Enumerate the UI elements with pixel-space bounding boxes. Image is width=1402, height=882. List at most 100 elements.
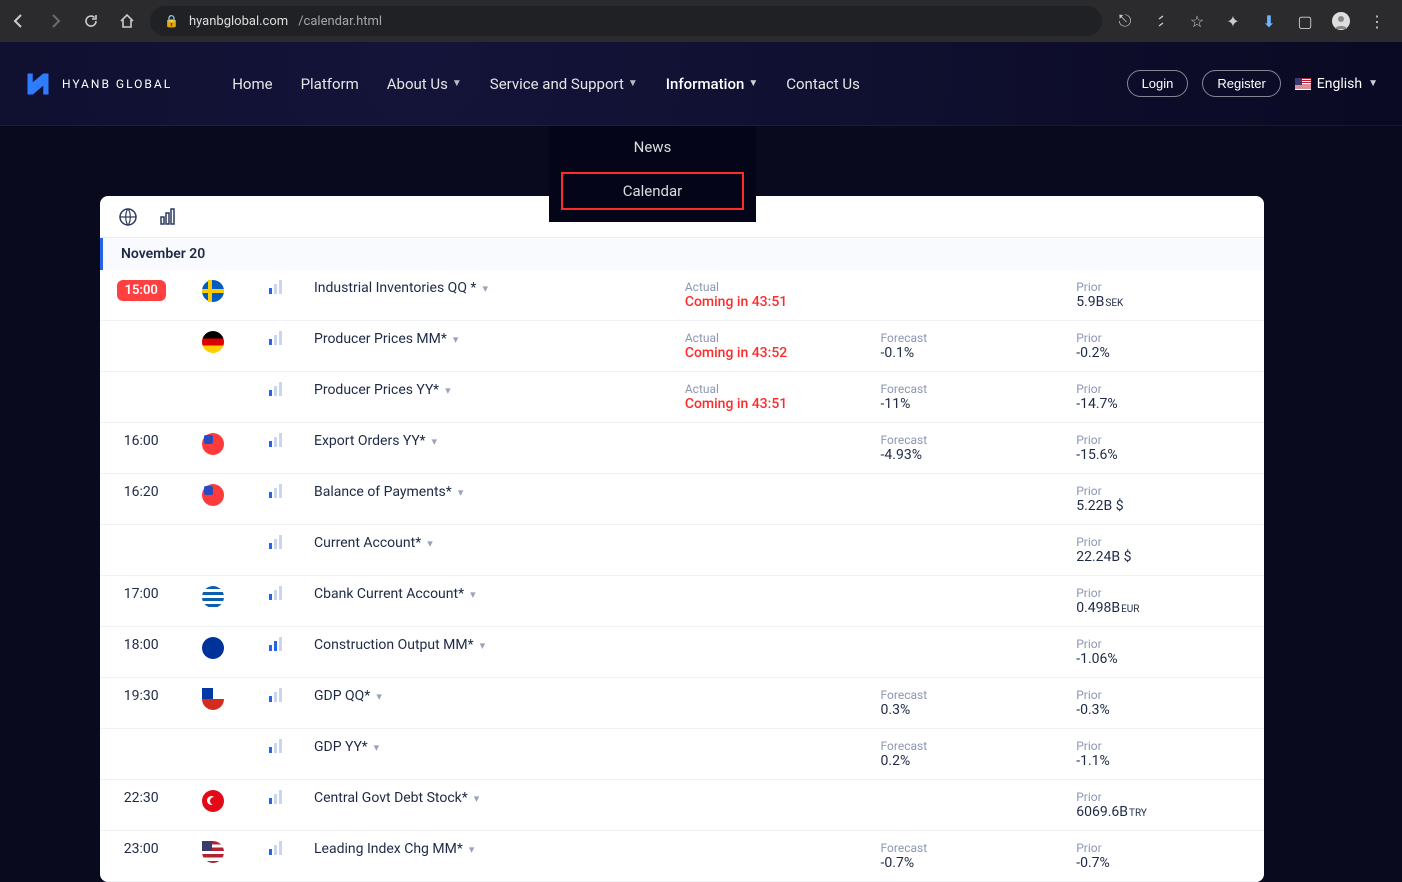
- browser-chrome: 🔒 hyanbglobal.com/calendar.html ⎋ ☆ ✦ ⬇ …: [0, 0, 1402, 42]
- importance-icon: [269, 637, 282, 651]
- table-row[interactable]: 18:00Construction Output MM*▾Prior-1.06%: [100, 627, 1264, 678]
- prior-value: 5.9BSEK: [1076, 294, 1123, 310]
- flag-us-icon: [202, 841, 224, 863]
- chevron-down-icon: ▼: [1368, 78, 1378, 89]
- forecast-label: Forecast: [881, 688, 1061, 702]
- prior-value: 22.24B $: [1076, 549, 1131, 565]
- actual-label: Actual: [685, 382, 865, 396]
- nav-platform[interactable]: Platform: [301, 75, 359, 93]
- flag-se-icon: [202, 280, 224, 302]
- actual-label: Actual: [685, 331, 865, 345]
- logo[interactable]: HYANB GLOBAL: [24, 70, 172, 98]
- back-icon[interactable]: [10, 12, 28, 30]
- nav-contact[interactable]: Contact Us: [786, 75, 860, 93]
- event-name: GDP YY*▾: [306, 729, 677, 780]
- forecast-value: -0.7%: [881, 855, 915, 871]
- chart-icon[interactable]: [158, 207, 178, 227]
- table-row[interactable]: GDP YY*▾Forecast0.2%Prior-1.1%: [100, 729, 1264, 780]
- nav-about[interactable]: About Us▼: [387, 75, 462, 93]
- forecast-value: -4.93%: [881, 447, 922, 463]
- chevron-down-icon: ▾: [453, 333, 459, 346]
- importance-icon: [269, 586, 282, 600]
- importance-icon: [269, 484, 282, 498]
- event-name: Central Govt Debt Stock*▾: [306, 780, 677, 831]
- chevron-down-icon: ▼: [748, 78, 758, 89]
- nav-support[interactable]: Service and Support▼: [490, 75, 638, 93]
- table-row[interactable]: 19:30GDP QQ*▾Forecast0.3%Prior-0.3%: [100, 678, 1264, 729]
- language-selector[interactable]: English ▼: [1295, 76, 1378, 92]
- forecast-label: Forecast: [881, 382, 1061, 396]
- chevron-down-icon: ▾: [427, 537, 433, 550]
- prior-value: -15.6%: [1076, 447, 1117, 463]
- globe-icon[interactable]: [118, 207, 138, 227]
- prior-value: 6069.6BTRY: [1076, 804, 1147, 820]
- flag-de-icon: [202, 331, 224, 353]
- forecast-value: 0.2%: [881, 753, 911, 769]
- importance-icon: [269, 790, 282, 804]
- event-name: Producer Prices YY*▾: [306, 372, 677, 423]
- share-icon[interactable]: [1152, 12, 1170, 30]
- dropdown-calendar[interactable]: Calendar: [561, 172, 744, 210]
- prior-label: Prior: [1076, 382, 1256, 396]
- flag-us-icon: [1295, 78, 1311, 90]
- table-row[interactable]: Producer Prices MM*▾ ActualComing in 43:5…: [100, 321, 1264, 372]
- prior-value: -0.7%: [1076, 855, 1110, 871]
- login-button[interactable]: Login: [1127, 70, 1189, 97]
- address-bar[interactable]: 🔒 hyanbglobal.com/calendar.html: [150, 6, 1102, 36]
- prior-value: 0.498BEUR: [1076, 600, 1139, 616]
- table-row[interactable]: 22:30Central Govt Debt Stock*▾Prior6069.…: [100, 780, 1264, 831]
- url-path: /calendar.html: [298, 14, 382, 29]
- importance-icon: [269, 331, 282, 345]
- translate-icon[interactable]: ⎋: [1116, 12, 1134, 30]
- home-icon[interactable]: [118, 12, 136, 30]
- importance-icon: [269, 280, 282, 294]
- profile-icon[interactable]: [1332, 12, 1350, 30]
- actual-value: Coming in 43:51: [685, 294, 787, 310]
- table-row[interactable]: Producer Prices YY*▾ActualComing in 43:5…: [100, 372, 1264, 423]
- prior-label: Prior: [1076, 433, 1256, 447]
- dropdown-news[interactable]: News: [549, 126, 756, 168]
- forecast-label: Forecast: [881, 841, 1061, 855]
- table-row[interactable]: 15:00Industrial Inventories QQ *▾ActualC…: [100, 270, 1264, 321]
- forward-icon[interactable]: [46, 12, 64, 30]
- calendar-card: November 20 15:00Industrial Inventories …: [100, 196, 1264, 882]
- chevron-down-icon: ▾: [469, 843, 475, 856]
- chevron-down-icon: ▾: [458, 486, 464, 499]
- star-icon[interactable]: ☆: [1188, 12, 1206, 30]
- nav-home[interactable]: Home: [232, 75, 272, 93]
- table-row[interactable]: Current Account*▾Prior22.24B $: [100, 525, 1264, 576]
- event-name: Balance of Payments*▾: [306, 474, 677, 525]
- prior-label: Prior: [1076, 841, 1256, 855]
- event-name: Current Account*▾: [306, 525, 677, 576]
- prior-label: Prior: [1076, 586, 1256, 600]
- event-name: Producer Prices MM*▾: [306, 321, 677, 372]
- forecast-value: 0.3%: [881, 702, 911, 718]
- prior-label: Prior: [1076, 688, 1256, 702]
- prior-label: Prior: [1076, 637, 1256, 651]
- table-row[interactable]: 17:00Cbank Current Account*▾Prior0.498BE…: [100, 576, 1264, 627]
- prior-value: -14.7%: [1076, 396, 1117, 412]
- kebab-icon[interactable]: ⋮: [1368, 12, 1386, 30]
- window-icon[interactable]: ▢: [1296, 12, 1314, 30]
- extensions-icon[interactable]: ✦: [1224, 12, 1242, 30]
- actual-value: Coming in 43:52: [685, 345, 787, 361]
- reload-icon[interactable]: [82, 12, 100, 30]
- table-row[interactable]: 16:00Export Orders YY*▾Forecast-4.93%Pri…: [100, 423, 1264, 474]
- chevron-down-icon: ▾: [480, 639, 486, 652]
- importance-icon: [269, 433, 282, 447]
- chevron-down-icon: ▾: [474, 792, 480, 805]
- prior-value: -1.06%: [1076, 651, 1117, 667]
- table-row[interactable]: 16:20Balance of Payments*▾Prior5.22B $: [100, 474, 1264, 525]
- site-header: HYANB GLOBAL Home Platform About Us▼ Ser…: [0, 42, 1402, 126]
- importance-icon: [269, 382, 282, 396]
- importance-icon: [269, 739, 282, 753]
- register-button[interactable]: Register: [1202, 70, 1280, 97]
- nav-information[interactable]: Information▼: [666, 75, 758, 93]
- importance-icon: [269, 841, 282, 855]
- download-icon[interactable]: ⬇: [1260, 12, 1278, 30]
- chevron-down-icon: ▾: [432, 435, 438, 448]
- prior-value: -1.1%: [1076, 753, 1110, 769]
- event-name: Cbank Current Account*▾: [306, 576, 677, 627]
- flag-cl-icon: [202, 688, 224, 710]
- table-row[interactable]: 23:00Leading Index Chg MM*▾Forecast-0.7%…: [100, 831, 1264, 882]
